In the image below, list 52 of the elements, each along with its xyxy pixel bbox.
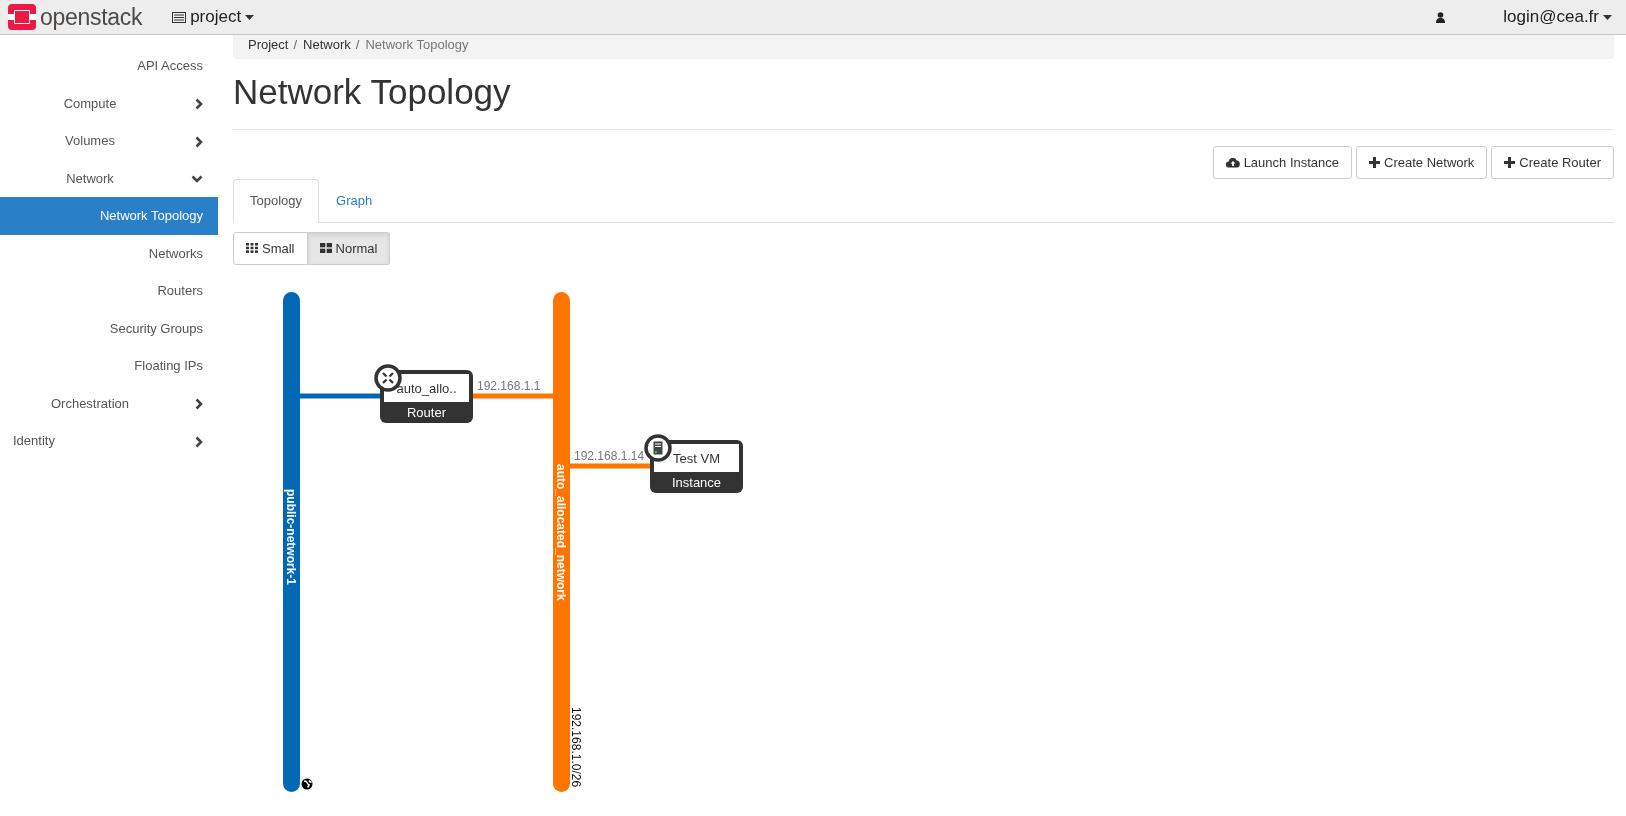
list-icon	[172, 11, 187, 23]
subnet-address: 192.168.1.0/26	[569, 707, 583, 788]
node-name: auto_allo..	[396, 381, 457, 396]
breadcrumb-item: Network Topology	[365, 36, 469, 54]
port-address: 192.168.1.1	[477, 379, 541, 393]
page-title: Network Topology	[233, 70, 1614, 130]
action-button[interactable]: Launch Instance	[1212, 145, 1353, 179]
network-name: public-network-1	[284, 489, 298, 585]
breadcrumb-item[interactable]: Project	[248, 35, 289, 55]
node-type: Instance	[671, 475, 722, 490]
sidebar-item[interactable]: Volumes	[0, 122, 218, 160]
brand-name: openstack	[40, 2, 143, 32]
globe-icon	[301, 778, 313, 790]
chevron-right-icon	[195, 98, 203, 111]
network-name: auto_allocated_network	[554, 464, 568, 601]
node-type: Router	[407, 405, 446, 420]
sidebar-item[interactable]: Routers	[0, 272, 218, 310]
action-button[interactable]: Create Router	[1491, 145, 1614, 179]
caret-icon	[245, 14, 255, 20]
logo-icon	[8, 4, 36, 30]
node-name: Test VM	[673, 451, 720, 466]
breadcrumb-separator: /	[354, 36, 361, 54]
project-menu[interactable]: project	[166, 3, 261, 31]
tab[interactable]: Graph	[319, 179, 390, 223]
plus-icon	[1369, 156, 1381, 168]
plus-icon	[1504, 156, 1516, 168]
view-size-button[interactable]: Small	[233, 231, 308, 265]
sidebar-item[interactable]: Identity	[0, 422, 218, 460]
cloud-upload-icon	[1225, 156, 1240, 168]
tab[interactable]: Topology	[233, 179, 320, 223]
port-address: 192.168.1.14	[574, 449, 645, 463]
chevron-right-icon	[195, 398, 203, 411]
breadcrumb-item[interactable]: Network	[303, 35, 351, 55]
grid-icon	[319, 243, 332, 254]
user-menu[interactable]: login@cea.fr	[1497, 3, 1618, 31]
grid-icon	[246, 243, 258, 254]
chevron-right-icon	[195, 435, 203, 448]
user-icon	[1436, 12, 1446, 24]
sidebar-item[interactable]: Networks	[0, 234, 218, 272]
sidebar-item[interactable]: Orchestration	[0, 384, 218, 422]
caret-icon	[1603, 14, 1612, 20]
sidebar-item[interactable]: Compute	[0, 84, 218, 122]
sidebar-item[interactable]: Network Topology	[0, 197, 218, 235]
sidebar-item[interactable]: API Access	[0, 47, 218, 85]
view-size-button[interactable]: Normal	[307, 231, 391, 265]
sidebar-item[interactable]: Security Groups	[0, 309, 218, 347]
chevron-down-icon	[191, 175, 203, 184]
sidebar-item[interactable]: Floating IPs	[0, 347, 218, 385]
breadcrumb-separator: /	[292, 36, 299, 54]
action-button[interactable]: Create Network	[1356, 145, 1488, 179]
chevron-right-icon	[195, 135, 203, 148]
sidebar-item[interactable]: Network	[0, 159, 218, 197]
